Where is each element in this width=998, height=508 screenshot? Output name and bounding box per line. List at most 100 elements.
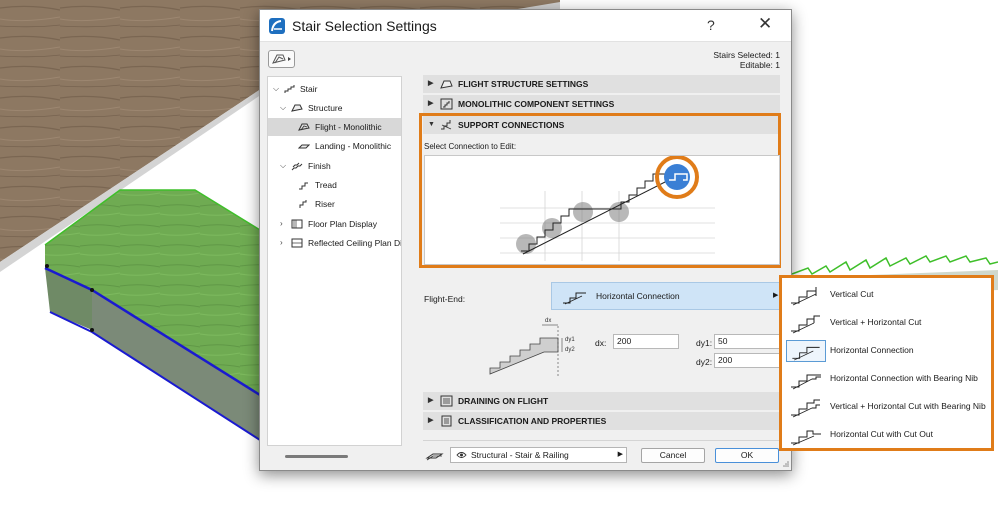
section-title: DRAINING ON FLIGHT	[458, 396, 549, 406]
connection-option-label: Vertical Cut	[830, 289, 874, 299]
connection-option-horizontal-connection[interactable]: Horizontal Connection	[784, 338, 989, 364]
flight-icon	[298, 123, 310, 131]
dialog-title: Stair Selection Settings	[292, 18, 437, 34]
draining-icon	[440, 395, 453, 407]
chevron-right-icon[interactable]: ›	[280, 234, 288, 252]
section-draining-on-flight[interactable]: ▶ DRAINING ON FLIGHT	[423, 392, 780, 410]
dy1-field[interactable]: 50	[714, 334, 780, 349]
connection-option-label: Horizontal Connection with Bearing Nib	[830, 373, 978, 383]
connection-option-vertical-horizontal-cut[interactable]: Vertical + Horizontal Cut	[784, 310, 989, 336]
tree-item-label: Structure	[308, 103, 343, 113]
title-bar: Stair Selection Settings ? ✕	[260, 10, 791, 42]
connection-type-popup: Vertical Cut Vertical + Horizontal Cut H…	[779, 275, 994, 451]
vh-cut-bearing-nib-icon	[791, 399, 820, 418]
tree-item-label: Reflected Ceiling Plan Di	[308, 238, 402, 248]
help-button[interactable]: ?	[707, 17, 715, 33]
connection-option-vertical-horizontal-cut-bearing-nib[interactable]: Vertical + Horizontal Cut with Bearing N…	[784, 394, 989, 420]
connection-option-label: Vertical + Horizontal Cut with Bearing N…	[830, 401, 986, 411]
eye-icon	[456, 452, 467, 458]
classification-icon	[441, 415, 452, 427]
dx-diagram-label: dx	[545, 318, 551, 324]
connection-option-horizontal-connection-bearing-nib[interactable]: Horizontal Connection with Bearing Nib	[784, 366, 989, 392]
structure-icon	[291, 104, 303, 112]
section-classification-and-properties[interactable]: ▶ CLASSIFICATION AND PROPERTIES	[423, 412, 780, 430]
cut-out-icon	[791, 430, 821, 446]
ok-button[interactable]: OK	[715, 448, 779, 463]
tree-item-label: Tread	[315, 180, 337, 190]
tree-item-label: Stair	[300, 84, 318, 94]
tread-icon	[299, 182, 308, 190]
layer-dropdown[interactable]: Structural - Stair & Railing ▶	[450, 447, 627, 463]
dx-field[interactable]: 200	[613, 334, 679, 349]
connection-option-label: Horizontal Cut with Cut Out	[830, 429, 933, 439]
dy2-label: dy2:	[696, 357, 713, 367]
select-connection-label: Select Connection to Edit:	[424, 142, 517, 151]
chevron-right-icon[interactable]: ▶	[428, 412, 433, 430]
stair-connection-preview-graphic	[500, 155, 715, 261]
flight-end-dropdown[interactable]: Horizontal Connection ▶	[551, 282, 780, 310]
tree-item-floor-plan-display[interactable]: › Floor Plan Display	[268, 215, 401, 233]
dy2-diagram-label: dy2	[565, 347, 575, 353]
chevron-down-icon[interactable]: ⌵	[273, 80, 281, 98]
favorites-button[interactable]	[268, 50, 295, 68]
tree-item-finish[interactable]: ⌵ Finish	[268, 157, 401, 175]
tree-item-landing-monolithic[interactable]: Landing - Monolithic	[268, 137, 401, 155]
tree-item-label: Finish	[308, 161, 331, 171]
layer-icon	[425, 453, 444, 461]
tree-item-label: Floor Plan Display	[308, 219, 377, 229]
floor-plan-icon	[291, 219, 303, 229]
tree-item-reflected-ceiling-plan[interactable]: › Reflected Ceiling Plan Di	[268, 234, 402, 252]
connection-preview[interactable]	[424, 155, 780, 265]
section-title: MONOLITHIC COMPONENT SETTINGS	[458, 99, 615, 109]
footer-divider	[423, 440, 780, 441]
resize-grip-icon[interactable]	[782, 460, 790, 468]
section-title: FLIGHT STRUCTURE SETTINGS	[458, 79, 589, 89]
horizontal-connection-icon	[563, 292, 586, 305]
dy1-diagram-label: dy1	[565, 337, 575, 343]
section-title: CLASSIFICATION AND PROPERTIES	[458, 416, 607, 426]
landing-icon	[298, 144, 310, 149]
chevron-right-icon[interactable]: ▶	[428, 392, 433, 410]
tree-scrollbar[interactable]	[285, 455, 348, 458]
riser-icon	[299, 200, 307, 208]
stair-selection-settings-dialog: Stair Selection Settings ? ✕ Stairs Sele…	[259, 9, 792, 471]
chevron-right-icon: ▶	[617, 451, 623, 458]
tree-item-tread[interactable]: Tread	[268, 176, 401, 194]
close-button[interactable]: ✕	[758, 14, 772, 34]
cancel-button[interactable]: Cancel	[641, 448, 705, 463]
tree-item-structure[interactable]: ⌵ Structure	[268, 99, 401, 117]
connection-option-horizontal-cut-with-cut-out[interactable]: Horizontal Cut with Cut Out	[784, 422, 989, 448]
chevron-right-icon[interactable]: ›	[280, 215, 288, 233]
connection-dimension-diagram: dx dy1 dy2	[489, 318, 575, 376]
ceiling-plan-icon	[291, 238, 303, 248]
editable-count: Editable: 1	[739, 60, 780, 70]
chevron-right-icon[interactable]: ▶	[428, 75, 433, 93]
chevron-right-icon[interactable]: ▶	[428, 95, 433, 113]
section-monolithic-component-settings[interactable]: ▶ MONOLITHIC COMPONENT SETTINGS	[423, 95, 780, 113]
monolithic-component-icon	[440, 98, 453, 110]
flight-end-value: Horizontal Connection	[596, 291, 680, 301]
section-flight-structure-settings[interactable]: ▶ FLIGHT STRUCTURE SETTINGS	[423, 75, 780, 93]
tree-item-stair[interactable]: ⌵ Stair	[268, 80, 401, 98]
settings-tree: ⌵ Stair ⌵ Structure Flight - Monolithic …	[267, 76, 402, 446]
stair-icon	[284, 85, 295, 93]
dy2-field[interactable]: 200	[714, 353, 780, 368]
chevron-down-icon[interactable]: ⌵	[280, 99, 288, 117]
finish-icon	[291, 162, 303, 171]
stairs-selected-count: Stairs Selected: 1	[713, 50, 780, 60]
dy1-label: dy1:	[696, 338, 713, 348]
archicad-icon	[269, 18, 285, 34]
connection-option-label: Horizontal Connection	[830, 345, 914, 355]
tree-item-label: Flight - Monolithic	[315, 122, 382, 132]
chevron-down-icon[interactable]: ⌵	[280, 157, 288, 175]
connection-option-vertical-cut[interactable]: Vertical Cut	[784, 282, 989, 308]
tree-item-riser[interactable]: Riser	[268, 195, 401, 213]
layer-value: Structural - Stair & Railing	[471, 450, 569, 460]
tree-item-label: Landing - Monolithic	[315, 141, 392, 151]
bearing-nib-icon	[791, 374, 821, 390]
flight-structure-icon	[440, 80, 453, 89]
chevron-right-icon: ▶	[773, 292, 779, 299]
tree-item-flight-monolithic[interactable]: Flight - Monolithic	[268, 118, 401, 136]
vertical-cut-icon	[791, 287, 817, 306]
selection-info: Stairs Selected: 1 Editable: 1	[713, 50, 780, 70]
